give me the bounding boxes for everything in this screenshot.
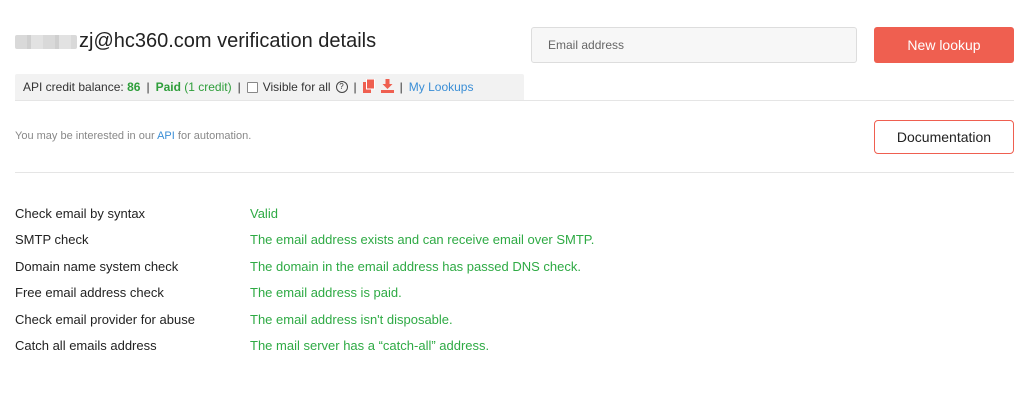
result-label: Check email provider for abuse — [15, 311, 195, 327]
new-lookup-button[interactable]: New lookup — [874, 27, 1014, 63]
help-icon[interactable]: ? — [335, 81, 348, 93]
result-label: Free email address check — [15, 285, 164, 301]
result-value: The email address exists and can receive… — [250, 232, 595, 248]
separator: | — [237, 80, 241, 94]
api-note: You may be interested in our API for aut… — [15, 130, 251, 142]
credit-balance-label: API credit balance: — [23, 80, 124, 94]
visible-for-all-label[interactable]: Visible for all — [263, 80, 331, 94]
result-value: The domain in the email address has pass… — [250, 258, 581, 274]
result-label: Catch all emails address — [15, 338, 157, 354]
separator: | — [353, 80, 357, 94]
paid-label: Paid — [155, 80, 181, 94]
api-link[interactable]: API — [157, 130, 175, 142]
page-title: zj@hc360.com verification details — [15, 30, 376, 53]
visible-for-all-checkbox[interactable] — [246, 81, 258, 93]
paid-note: (1 credit) — [184, 80, 232, 94]
divider — [15, 172, 1014, 173]
result-label: Check email by syntax — [15, 205, 146, 221]
page-title-text: zj@hc360.com verification details — [79, 30, 377, 52]
result-value: The mail server has a “catch-all” addres… — [250, 338, 490, 354]
api-note-prefix: You may be interested in our — [15, 130, 155, 142]
result-value: Valid — [250, 205, 278, 221]
redacted-text — [15, 34, 77, 49]
credit-bar: API credit balance: 86 | Paid (1 credit)… — [15, 74, 524, 100]
api-note-suffix: for automation. — [177, 130, 252, 142]
my-lookups-link[interactable]: My Lookups — [409, 80, 474, 94]
credit-balance-value: 86 — [127, 80, 141, 94]
copy-icon[interactable] — [362, 78, 375, 96]
results-list: Check email by syntax Valid SMTP check T… — [15, 200, 995, 359]
result-row: Check email provider for abuse The email… — [15, 306, 995, 333]
separator: | — [399, 80, 403, 94]
result-row: SMTP check The email address exists and … — [15, 227, 995, 254]
result-label: SMTP check — [15, 232, 89, 248]
download-icon[interactable] — [380, 78, 394, 96]
result-value: The email address isn't disposable. — [250, 311, 453, 327]
separator: | — [146, 80, 150, 94]
result-value: The email address is paid. — [250, 285, 402, 301]
result-label: Domain name system check — [15, 258, 179, 274]
documentation-button[interactable]: Documentation — [874, 120, 1014, 154]
result-row: Check email by syntax Valid — [15, 200, 995, 227]
divider — [15, 100, 1014, 101]
result-row: Free email address check The email addre… — [15, 280, 995, 307]
result-row: Catch all emails address The mail server… — [15, 333, 995, 360]
email-input[interactable] — [531, 27, 857, 63]
result-row: Domain name system check The domain in t… — [15, 253, 995, 280]
